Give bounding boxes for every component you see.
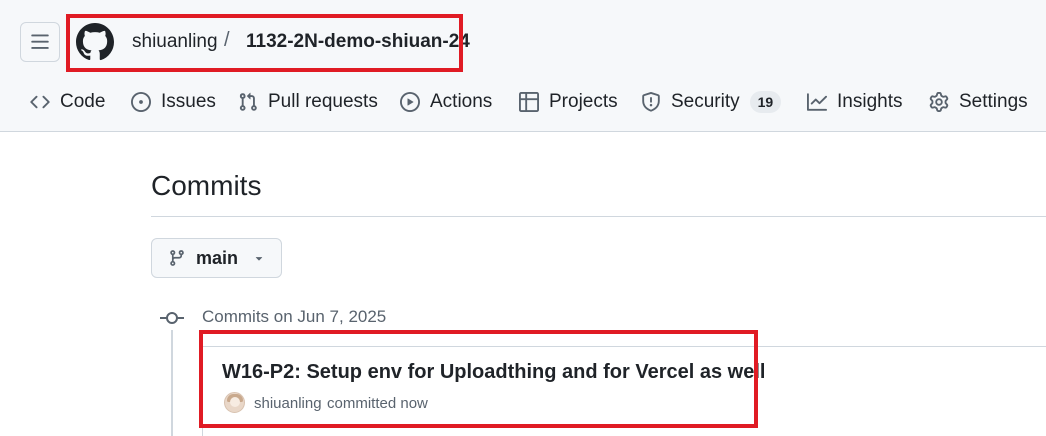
repo-name-link[interactable]: 1132-2N-demo-shiuan-24: [246, 31, 470, 53]
tab-label: Code: [60, 91, 106, 112]
tab-label: Settings: [959, 91, 1028, 112]
title-divider: [151, 216, 1046, 217]
tab-label: Projects: [549, 91, 618, 112]
git-commit-icon: [160, 312, 184, 324]
code-icon: [30, 95, 50, 109]
tab-label: Insights: [837, 91, 903, 112]
commit-time-meta: committed now: [327, 395, 428, 412]
global-nav-menu-button[interactable]: [20, 22, 60, 62]
issue-opened-icon: [131, 92, 151, 112]
branch-name: main: [196, 247, 239, 268]
graph-icon: [807, 93, 827, 111]
shield-icon: [642, 92, 660, 112]
path-separator: /: [224, 29, 230, 51]
avatar-face: [230, 397, 240, 407]
hamburger-icon: [31, 34, 49, 49]
page-title: Commits: [151, 170, 262, 201]
play-icon: [400, 92, 420, 112]
commit-row: [202, 346, 1046, 436]
tab-label: Actions: [430, 91, 493, 112]
tab-label: Issues: [161, 91, 216, 112]
tab-pull-requests[interactable]: Pull requests: [238, 82, 378, 122]
commit-author-link[interactable]: shiuanling: [254, 395, 322, 412]
repo-owner-link[interactable]: shiuanling: [132, 31, 218, 53]
tab-issues[interactable]: Issues: [131, 82, 216, 122]
repo-header: shiuanling / 1132-2N-demo-shiuan-24 Code…: [0, 0, 1046, 132]
tab-settings[interactable]: Settings: [929, 82, 1028, 122]
commit-title-link[interactable]: W16-P2: Setup env for Uploadthing and fo…: [222, 361, 765, 384]
security-alert-counter: 19: [749, 91, 782, 113]
commits-date-heading: Commits on Jun 7, 2025: [202, 307, 387, 326]
git-pull-request-icon: [239, 92, 257, 111]
tab-security[interactable]: Security 19: [641, 82, 782, 122]
table-icon: [519, 92, 539, 112]
tab-code[interactable]: Code: [30, 82, 105, 122]
branch-selector-button[interactable]: main: [151, 238, 282, 278]
triangle-down-icon: [255, 257, 263, 261]
tab-actions[interactable]: Actions: [400, 82, 492, 122]
timeline-line: [171, 330, 173, 436]
git-branch-icon: [170, 250, 184, 266]
tab-label: Pull requests: [268, 91, 378, 112]
tab-insights[interactable]: Insights: [807, 82, 902, 122]
tab-projects[interactable]: Projects: [519, 82, 618, 122]
repo-nav-tabs: Code Issues Pull requests Actions Projec…: [0, 82, 1046, 126]
avatar[interactable]: [224, 392, 245, 413]
gear-icon: [929, 92, 949, 112]
tab-label: Security: [671, 91, 740, 112]
github-mark-icon[interactable]: [76, 23, 114, 61]
